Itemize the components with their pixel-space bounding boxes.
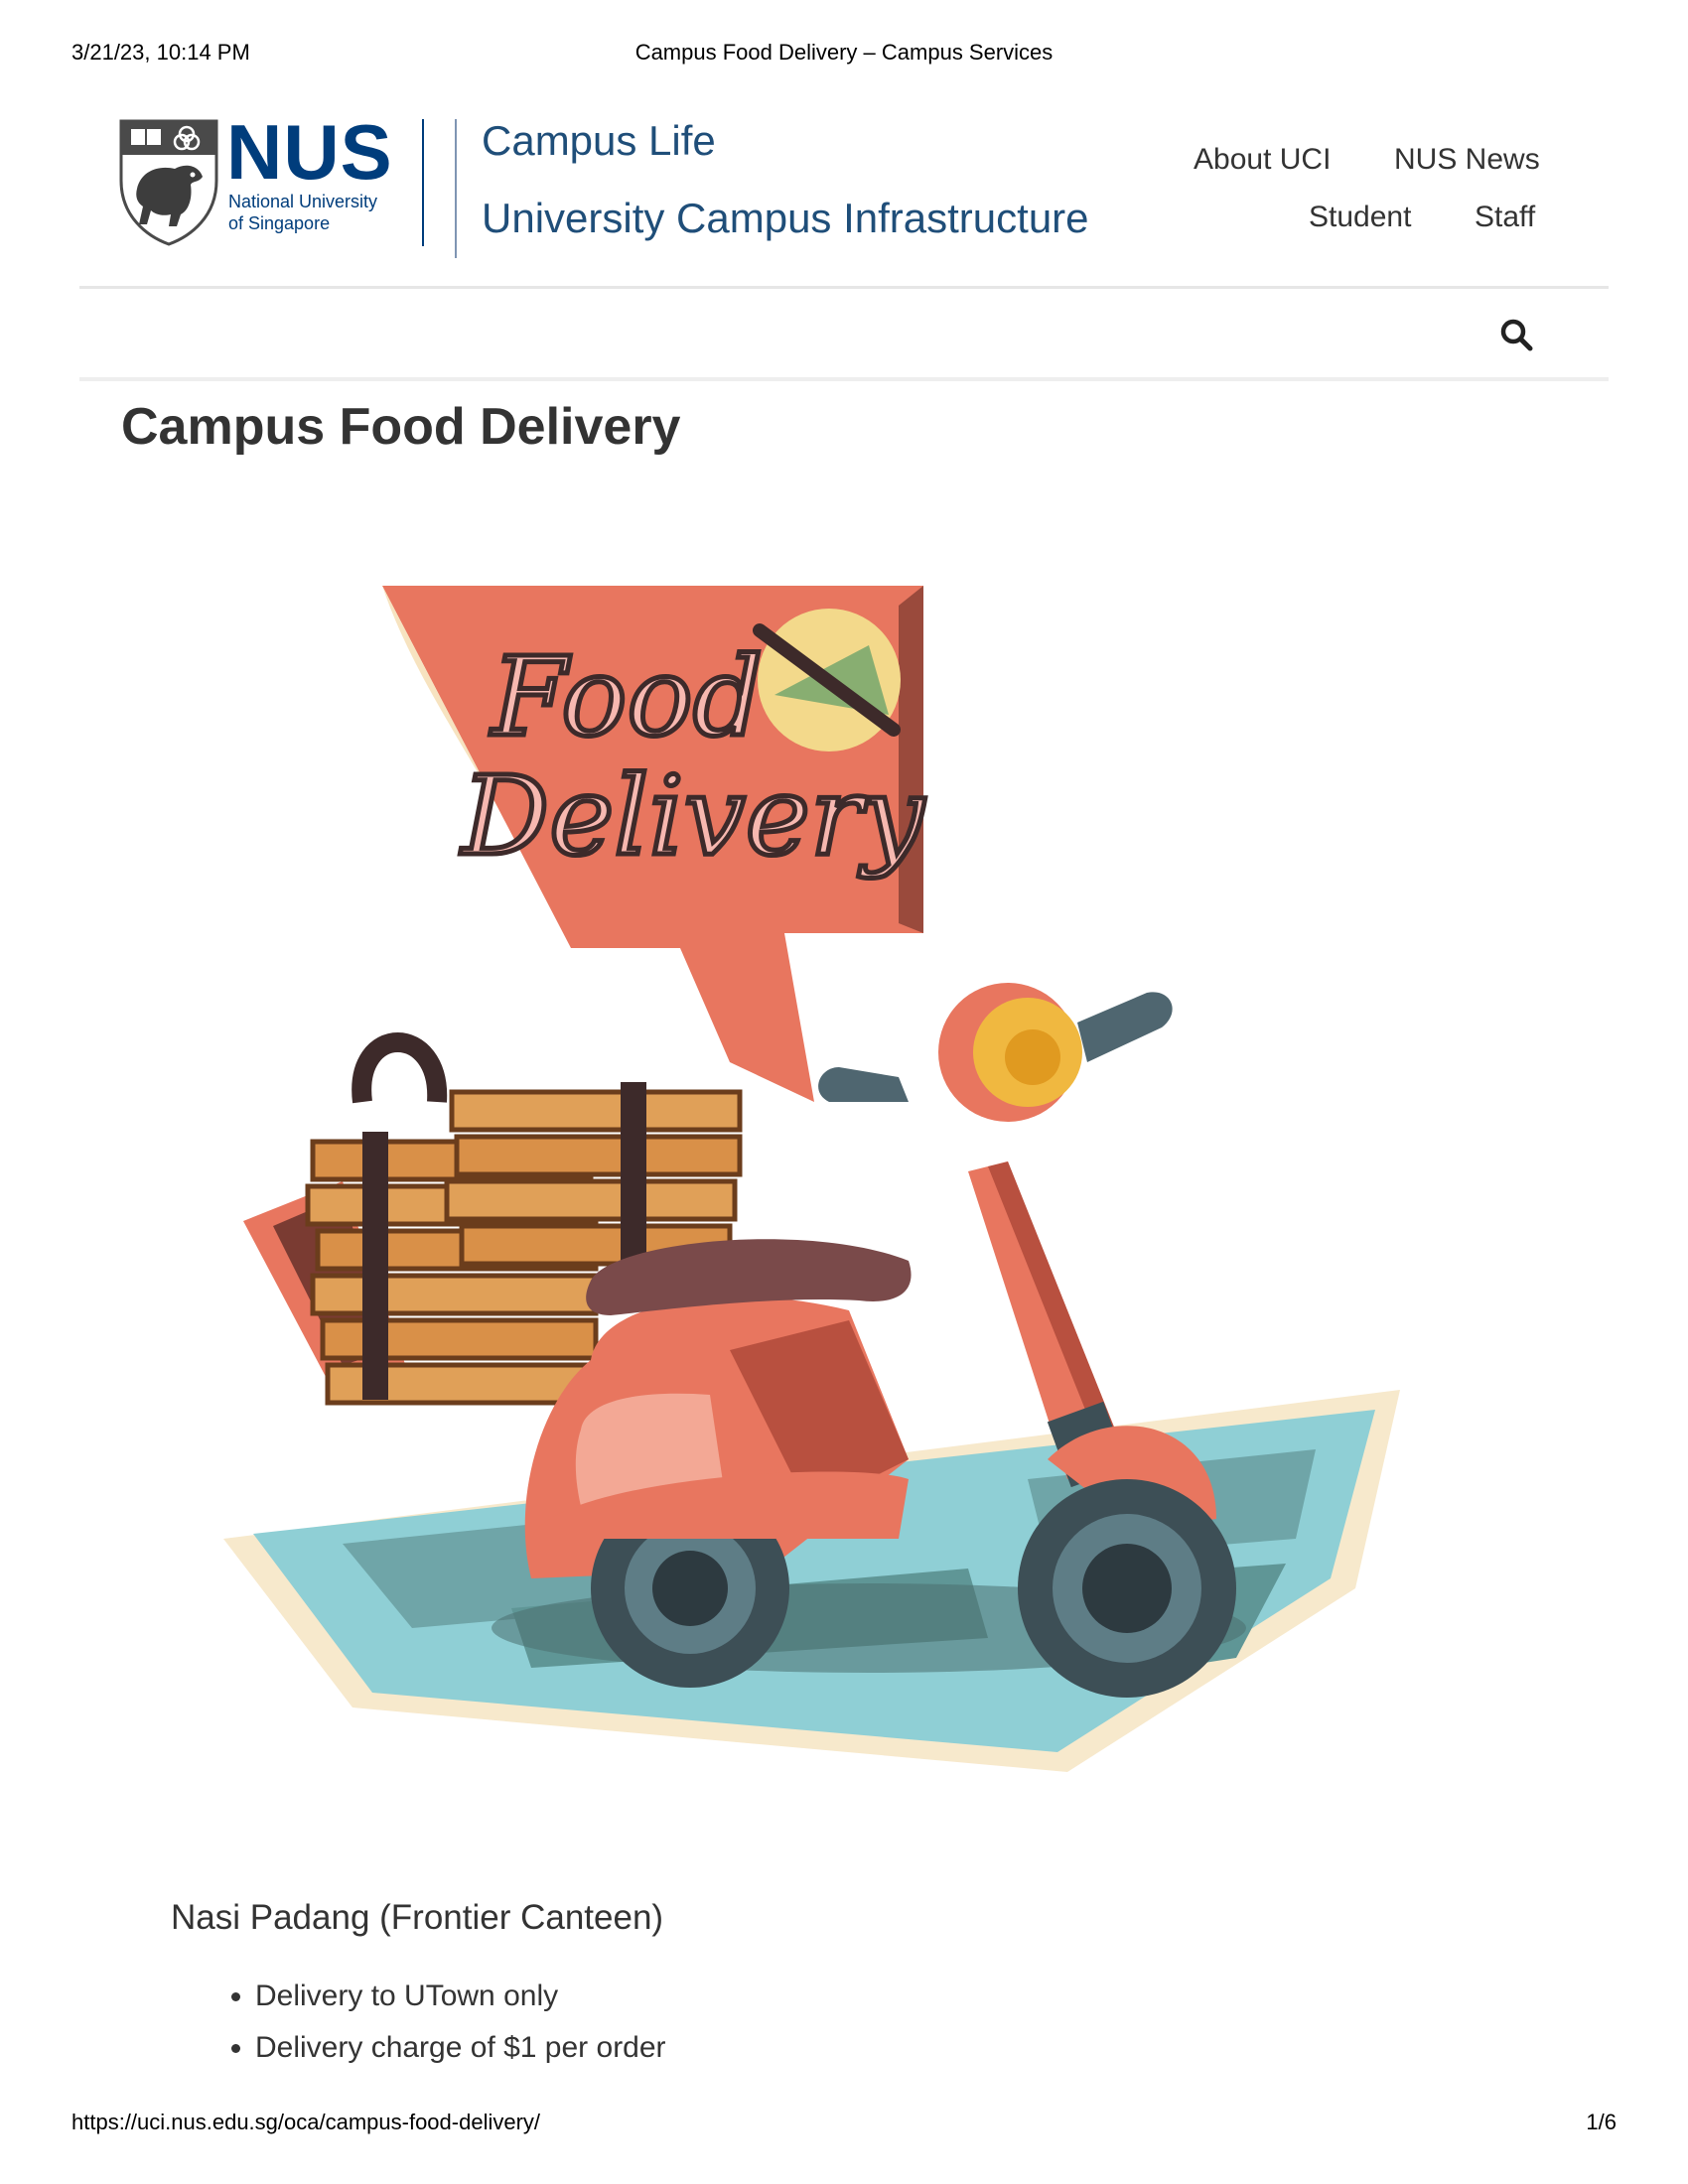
nav-about-uci[interactable]: About UCI (1194, 143, 1331, 177)
print-title: Campus Food Delivery – Campus Services (634, 40, 1054, 65)
site-header: NUS National University of Singapore Cam… (79, 99, 1609, 288)
food-delivery-illustration: Food Delivery (223, 586, 1400, 1772)
uci-site-name[interactable]: University Campus Infrastructure (482, 195, 1089, 242)
search-bar-divider (79, 377, 1609, 381)
nav-nus-news[interactable]: NUS News (1394, 143, 1540, 177)
logo-divider-left (422, 119, 424, 246)
campus-life-title[interactable]: Campus Life (482, 117, 716, 165)
logo-divider-right (455, 119, 457, 258)
vendor-details-list: Delivery to UTown only Delivery charge o… (194, 1971, 666, 2074)
search-icon[interactable] (1499, 318, 1533, 351)
nus-logo-line2: of Singapore (228, 213, 331, 233)
list-item: Delivery to UTown only (255, 1971, 666, 2022)
page-title: Campus Food Delivery (121, 398, 681, 456)
nus-shield-icon (119, 119, 218, 246)
vendor-title: Nasi Padang (Frontier Canteen) (171, 1898, 664, 1937)
sign-text-food: Food (490, 633, 763, 760)
nus-logo-line1: National University (228, 192, 378, 211)
nav-staff[interactable]: Staff (1475, 201, 1535, 234)
print-header: 3/21/23, 10:14 PM Campus Food Delivery –… (0, 40, 1688, 69)
sign-text-delivery: Delivery (460, 752, 925, 880)
print-footer: https://uci.nus.edu.sg/oca/campus-food-d… (0, 2110, 1688, 2139)
print-url: https://uci.nus.edu.sg/oca/campus-food-d… (71, 2110, 541, 2134)
nav-student[interactable]: Student (1309, 201, 1411, 234)
nus-logo[interactable]: NUS National University of Singapore (119, 113, 407, 248)
nus-logo-subtitle: National University of Singapore (228, 191, 417, 234)
header-divider (79, 286, 1609, 289)
list-item: Delivery charge of $1 per order (255, 2022, 666, 2074)
nus-wordmark: NUS (226, 108, 393, 196)
print-page-number: 1/6 (1586, 2110, 1617, 2134)
